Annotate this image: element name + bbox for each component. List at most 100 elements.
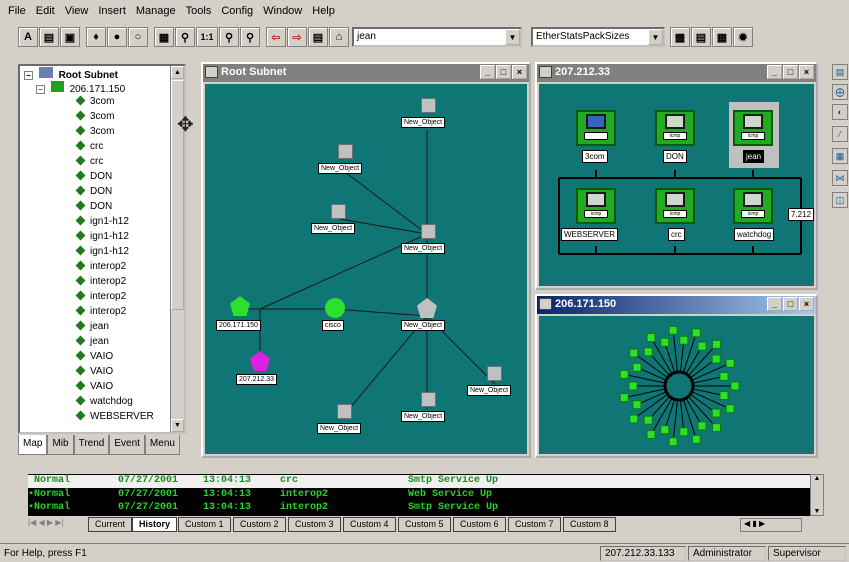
- tree-item[interactable]: VAIO: [75, 380, 113, 392]
- node-square[interactable]: [711, 423, 721, 433]
- object-node[interactable]: [337, 404, 352, 419]
- tree-item[interactable]: WEBSERVER: [75, 410, 154, 422]
- back-arrow-icon[interactable]: ⇦: [266, 27, 286, 47]
- node-square[interactable]: [628, 381, 638, 391]
- node-square[interactable]: [629, 348, 639, 358]
- minimize-icon[interactable]: _: [480, 65, 495, 79]
- tab-first-icon[interactable]: |◀ ◀ ▶ ▶|: [28, 518, 63, 527]
- side-tool-icon[interactable]: ▤: [832, 64, 848, 80]
- node-square[interactable]: [719, 391, 729, 401]
- tree-item[interactable]: ign1-h12: [75, 215, 129, 227]
- map-canvas[interactable]: New_Object New_Object New_Object New_Obj…: [205, 84, 527, 454]
- network-icon[interactable]: ○: [128, 27, 148, 47]
- user-combo[interactable]: jean ▼: [352, 27, 522, 47]
- node-square[interactable]: [632, 400, 642, 410]
- tab-custom-4[interactable]: Custom 4: [343, 517, 396, 532]
- node-square[interactable]: [646, 333, 656, 343]
- zoom-out-icon[interactable]: ⚲: [240, 27, 260, 47]
- host-3com[interactable]: [576, 110, 616, 146]
- menu-edit[interactable]: Edit: [36, 5, 55, 17]
- tree-item[interactable]: 3com: [75, 125, 114, 137]
- menu-file[interactable]: File: [8, 5, 26, 17]
- menu-view[interactable]: View: [65, 5, 89, 17]
- grid-tool-icon[interactable]: ▦: [832, 148, 848, 164]
- minimize-icon[interactable]: _: [767, 65, 782, 79]
- tree-item[interactable]: ign1-h12: [75, 245, 129, 257]
- event-row[interactable]: Normal 07/27/2001 13:04:13 crc Smtp Serv…: [28, 475, 810, 488]
- tab-event[interactable]: Event: [109, 435, 145, 455]
- node-square[interactable]: [691, 434, 701, 444]
- tree-item[interactable]: ign1-h12: [75, 230, 129, 242]
- side-tool-icon[interactable]: ⨁: [832, 84, 848, 100]
- event-scrollbar[interactable]: ▲ ▼: [810, 474, 824, 516]
- tree-item[interactable]: crc: [75, 140, 103, 152]
- tree-item[interactable]: DON: [75, 200, 112, 212]
- properties-icon[interactable]: ▤: [39, 27, 59, 47]
- object-tree[interactable]: − Root Subnet − 206.171.150 3com 3com 3c…: [18, 64, 186, 434]
- tab-current[interactable]: Current: [88, 517, 133, 532]
- map-canvas[interactable]: 3com icmp DON icmp jean icmp WEBSERVER i…: [539, 84, 814, 286]
- node-square[interactable]: [711, 354, 721, 364]
- host-jean[interactable]: icmp: [733, 110, 773, 146]
- host-webserver[interactable]: icmp: [576, 188, 616, 224]
- maximize-icon[interactable]: □: [783, 65, 798, 79]
- menu-help[interactable]: Help: [312, 5, 335, 17]
- close-icon[interactable]: ×: [799, 65, 814, 79]
- forward-arrow-icon[interactable]: ⇨: [287, 27, 307, 47]
- menu-config[interactable]: Config: [221, 5, 253, 17]
- tab-custom-1[interactable]: Custom 1: [178, 517, 231, 532]
- menu-insert[interactable]: Insert: [98, 5, 126, 17]
- table-icon[interactable]: ▦: [712, 27, 732, 47]
- node-square[interactable]: [668, 437, 678, 447]
- window-titlebar[interactable]: Root Subnet _ □ ×: [203, 64, 529, 82]
- window-titlebar[interactable]: 206.171.150 _ □ ×: [537, 296, 816, 314]
- side-tool-icon[interactable]: ◐: [832, 104, 848, 120]
- stats-combo-arrow-icon[interactable]: ▼: [648, 29, 663, 45]
- user-combo-arrow-icon[interactable]: ▼: [505, 29, 520, 45]
- tab-custom-8[interactable]: Custom 8: [563, 517, 616, 532]
- node-square[interactable]: [643, 415, 653, 425]
- chart-line-icon[interactable]: ▤: [691, 27, 711, 47]
- node-square[interactable]: [719, 371, 729, 381]
- tree-item[interactable]: VAIO: [75, 365, 113, 377]
- maximize-icon[interactable]: □: [783, 297, 798, 311]
- menu-window[interactable]: Window: [263, 5, 302, 17]
- tab-custom-6[interactable]: Custom 6: [453, 517, 506, 532]
- tree-item[interactable]: jean: [75, 335, 109, 347]
- tree-item[interactable]: 3com: [75, 110, 114, 122]
- node-tool-icon[interactable]: ◫: [832, 192, 848, 208]
- tree-item[interactable]: interop2: [75, 260, 126, 272]
- minimize-icon[interactable]: _: [767, 297, 782, 311]
- node-square[interactable]: [725, 404, 735, 414]
- home-icon[interactable]: ⌂: [329, 27, 349, 47]
- tab-custom-2[interactable]: Custom 2: [233, 517, 286, 532]
- host-don[interactable]: icmp: [655, 110, 695, 146]
- node-square[interactable]: [730, 381, 740, 391]
- collapse-icon[interactable]: −: [24, 71, 33, 80]
- tab-custom-3[interactable]: Custom 3: [288, 517, 341, 532]
- hub-ring[interactable]: [663, 370, 695, 402]
- discover-icon[interactable]: ●: [107, 27, 127, 47]
- node-square[interactable]: [711, 339, 721, 349]
- object-node[interactable]: [421, 392, 436, 407]
- grid-icon[interactable]: ▦: [154, 27, 174, 47]
- tab-custom-7[interactable]: Custom 7: [508, 517, 561, 532]
- stats-combo[interactable]: EtherStatsPackSizes ▼: [531, 27, 665, 47]
- zoom-icon[interactable]: ⚲: [175, 27, 195, 47]
- link-tool-icon[interactable]: ⋈: [832, 170, 848, 186]
- scroll-up-icon[interactable]: ▲: [811, 475, 823, 482]
- line-tool-icon[interactable]: ∕: [832, 126, 848, 142]
- tree-item[interactable]: crc: [75, 155, 103, 167]
- node-square[interactable]: [679, 335, 689, 345]
- chart-bar-icon[interactable]: ▩: [670, 27, 690, 47]
- scroll-up-icon[interactable]: ▲: [171, 66, 184, 79]
- node-square[interactable]: [725, 358, 735, 368]
- window-titlebar[interactable]: 207.212.33 _ □ ×: [537, 64, 816, 82]
- tree-item[interactable]: interop2: [75, 305, 126, 317]
- object-node[interactable]: [331, 204, 346, 219]
- maximize-icon[interactable]: □: [496, 65, 511, 79]
- close-icon[interactable]: ×: [799, 297, 814, 311]
- tab-history[interactable]: History: [132, 517, 178, 532]
- node-square[interactable]: [668, 325, 678, 335]
- node-square[interactable]: [679, 427, 689, 437]
